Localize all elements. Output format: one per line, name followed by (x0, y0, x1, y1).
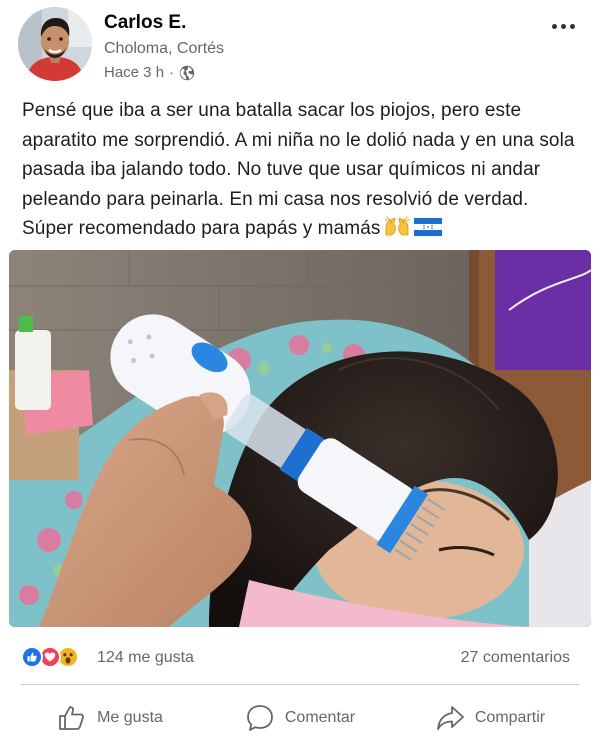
share-button-label: Compartir (474, 709, 546, 726)
like-reaction-icon (21, 646, 43, 668)
share-arrow-icon (436, 706, 464, 730)
like-button-label: Me gusta (97, 709, 163, 726)
post-meta: Hace 3 h · (104, 64, 195, 81)
honduras-flag-emoji (414, 217, 443, 247)
comment-button-label: Comentar (284, 709, 356, 726)
author-location[interactable]: Choloma, Cortés (104, 40, 224, 58)
meta-separator: · (169, 64, 175, 81)
more-dot (551, 23, 557, 29)
comments-count[interactable]: 27 comentarios (461, 649, 570, 667)
post-photo[interactable] (9, 250, 591, 627)
reactions-summary[interactable] (21, 644, 79, 670)
likes-count[interactable]: 124 me gusta (97, 649, 194, 667)
thumbs-up-icon (59, 706, 85, 730)
post-header: Carlos E. Choloma, Cortés Hace 3 h · (0, 0, 600, 92)
avatar[interactable] (18, 7, 92, 81)
post-body-text: Pensé que iba a ser una batalla sacar lo… (22, 100, 575, 239)
more-dot (560, 23, 566, 29)
post-photo-illustration (9, 250, 591, 627)
more-dot (569, 23, 575, 29)
share-button[interactable]: Compartir (380, 692, 600, 744)
comment-button[interactable]: Comentar (220, 692, 380, 744)
author-name[interactable]: Carlos E. (104, 12, 186, 34)
post-stats: 124 me gusta 27 comentarios (0, 640, 600, 674)
actions-divider (21, 684, 579, 685)
like-button[interactable]: Me gusta (0, 692, 220, 744)
more-options-icon[interactable] (546, 14, 580, 38)
post-body: Pensé que iba a ser una batalla sacar lo… (22, 96, 582, 247)
raised-hands-emoji (384, 215, 410, 247)
globe-icon[interactable] (179, 65, 195, 81)
post-timestamp[interactable]: Hace 3 h (104, 64, 164, 81)
post-actions: Me gusta Comentar Compartir (0, 692, 600, 744)
comment-bubble-icon (246, 705, 273, 731)
